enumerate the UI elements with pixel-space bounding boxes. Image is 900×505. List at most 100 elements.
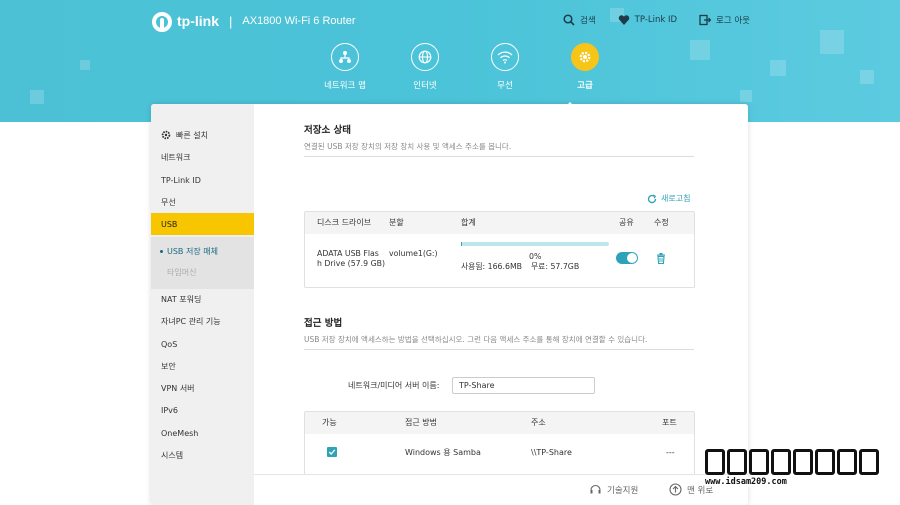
sidebar-subitem-usb-storage[interactable]: USB 저장 매체 — [151, 240, 254, 262]
sidebar-item-nat[interactable]: NAT 포워딩 — [151, 288, 254, 310]
drive-name: ADATA USB Flas h Drive (57.9 GB) — [317, 249, 385, 269]
column-header: 접근 방법 — [405, 418, 437, 427]
router-model: AX1800 Wi-Fi 6 Router — [242, 15, 356, 27]
watermark: www.idsam209.com — [705, 449, 900, 505]
column-header: 가능 — [322, 418, 337, 427]
sidebar-item-label: 타임머신 — [167, 267, 197, 277]
nav-network-map[interactable]: 네트워크 맵 — [305, 43, 385, 91]
sidebar-item-label: USB 저장 매체 — [167, 246, 218, 256]
network-map-icon — [331, 43, 359, 71]
sidebar-item-label: 보안 — [161, 361, 176, 371]
access-table: 가능 접근 방법 주소 포트 Windows 용 Samba \\TP-Shar… — [304, 411, 695, 481]
tplink-id-button[interactable]: TP-Link ID — [618, 14, 677, 26]
brand-logo: tp-link | AX1800 Wi-Fi 6 Router — [152, 10, 356, 32]
decor-pixel — [30, 90, 44, 104]
trash-icon[interactable] — [656, 253, 666, 264]
sidebar-item-vpn[interactable]: VPN 서버 — [151, 377, 254, 399]
watermark-url: www.idsam209.com — [705, 477, 900, 487]
enable-checkbox[interactable] — [327, 447, 337, 457]
sidebar-item-label: 무선 — [161, 197, 176, 207]
sidebar-item-label: 네트워크 — [161, 152, 191, 162]
column-header: 합계 — [461, 218, 476, 227]
column-header: 수정 — [654, 218, 669, 227]
usage-percent: 0% — [529, 252, 542, 261]
access-section-desc: USB 저장 장치에 액세스하는 방법을 선택하십시오. 그런 다음 액세스 주… — [304, 335, 694, 350]
sidebar-item-label: NAT 포워딩 — [161, 294, 202, 304]
nav-wireless[interactable]: 무선 — [465, 43, 545, 91]
check-icon — [328, 449, 336, 455]
server-name-input[interactable] — [452, 377, 595, 394]
sidebar-item-network[interactable]: 네트워크 — [151, 146, 254, 168]
used-space: 사용됨: 166.6MB — [461, 262, 523, 271]
access-section-title: 접근 방법 — [304, 318, 343, 329]
column-header: 분할 — [389, 218, 404, 227]
share-toggle[interactable] — [616, 252, 638, 264]
top-actions: 검색 TP-Link ID 로그 아웃 — [563, 14, 750, 26]
sidebar-item-usb[interactable]: USB — [151, 213, 254, 235]
sidebar-item-label: 자녀PC 관리 기능 — [161, 316, 221, 326]
column-header: 공유 — [619, 218, 634, 227]
column-header: 주소 — [531, 418, 546, 427]
access-method: Windows 용 Samba — [405, 448, 481, 457]
sidebar-item-security[interactable]: 보안 — [151, 355, 254, 377]
sidebar-item-quick-setup[interactable]: 빠른 설치 — [151, 124, 254, 146]
logout-label: 로그 아웃 — [716, 16, 750, 26]
globe-icon — [411, 43, 439, 71]
sidebar-item-parental[interactable]: 자녀PC 관리 기능 — [151, 310, 254, 332]
refresh-label: 새로고침 — [661, 194, 691, 203]
sidebar-item-label: TP-Link ID — [161, 175, 201, 185]
sidebar-item-qos[interactable]: QoS — [151, 333, 254, 355]
nav-label: 무선 — [497, 81, 513, 91]
storage-table: 디스크 드라이브 분할 합계 공유 수정 ADATA USB Flas h Dr… — [304, 211, 695, 288]
decor-pixel — [860, 70, 874, 84]
partition-name: volume1(G:) — [389, 249, 438, 258]
sidebar-item-label: 빠른 설치 — [176, 130, 208, 140]
sidebar-item-ipv6[interactable]: IPv6 — [151, 399, 254, 421]
column-header: 디스크 드라이브 — [317, 218, 372, 227]
decor-pixel — [740, 90, 752, 102]
tplink-id-label: TP-Link ID — [634, 15, 678, 25]
sidebar-subitem-time-machine[interactable]: 타임머신 — [151, 261, 254, 283]
sidebar-item-label: 시스템 — [161, 450, 184, 460]
nav-active-caret — [561, 102, 579, 111]
sidebar-item-label: OneMesh — [161, 428, 199, 438]
gear-icon — [571, 43, 599, 71]
nav-advanced[interactable]: 고급 — [545, 43, 625, 91]
tp-link-logo-icon — [152, 10, 174, 32]
search-icon — [563, 14, 575, 26]
sidebar-item-wireless[interactable]: 무선 — [151, 191, 254, 213]
decor-pixel — [770, 60, 786, 76]
logout-button[interactable]: 로그 아웃 — [699, 14, 750, 26]
arrow-up-circle-icon — [669, 483, 682, 496]
toggle-knob — [627, 253, 637, 263]
support-label: 기술지원 — [607, 485, 639, 496]
sidebar-item-tplink-id[interactable]: TP-Link ID — [151, 169, 254, 191]
nav-label: 인터넷 — [413, 81, 437, 91]
table-header: 가능 접근 방법 주소 포트 — [305, 412, 694, 434]
table-header: 디스크 드라이브 분할 합계 공유 수정 — [305, 212, 694, 234]
nav-internet[interactable]: 인터넷 — [385, 43, 465, 91]
decor-pixel — [80, 60, 90, 70]
sidebar-item-system[interactable]: 시스템 — [151, 444, 254, 466]
decor-pixel — [820, 30, 844, 54]
headset-icon — [590, 484, 601, 494]
sidebar-item-onemesh[interactable]: OneMesh — [151, 422, 254, 444]
logo-text: tp-link — [177, 13, 219, 29]
sidebar-item-label: IPv6 — [161, 405, 179, 415]
refresh-button[interactable]: 새로고침 — [647, 193, 690, 204]
watermark-logo — [705, 449, 900, 475]
search-label: 검색 — [580, 16, 596, 26]
storage-section-title: 저장소 상태 — [304, 125, 352, 136]
content-area: 저장소 상태 연결된 USB 저장 장치의 저장 장치 사용 및 액세스 주소를… — [304, 104, 697, 505]
free-space: 무료: 57.7GB — [531, 262, 580, 271]
column-header: 포트 — [662, 418, 677, 427]
main-panel: 빠른 설치 네트워크 TP-Link ID 무선 USB USB 저장 매체 타… — [151, 104, 748, 505]
footer-bar: 기술지원 맨 위로 — [254, 474, 748, 505]
support-link[interactable]: 기술지원 — [589, 483, 638, 496]
logo-separator: | — [229, 13, 233, 29]
wifi-icon — [491, 43, 519, 71]
search-button[interactable]: 검색 — [563, 14, 596, 26]
sidebar-item-label: USB — [161, 219, 178, 229]
logout-icon — [699, 14, 712, 26]
drive-name-line: ADATA USB Flas — [317, 249, 379, 258]
